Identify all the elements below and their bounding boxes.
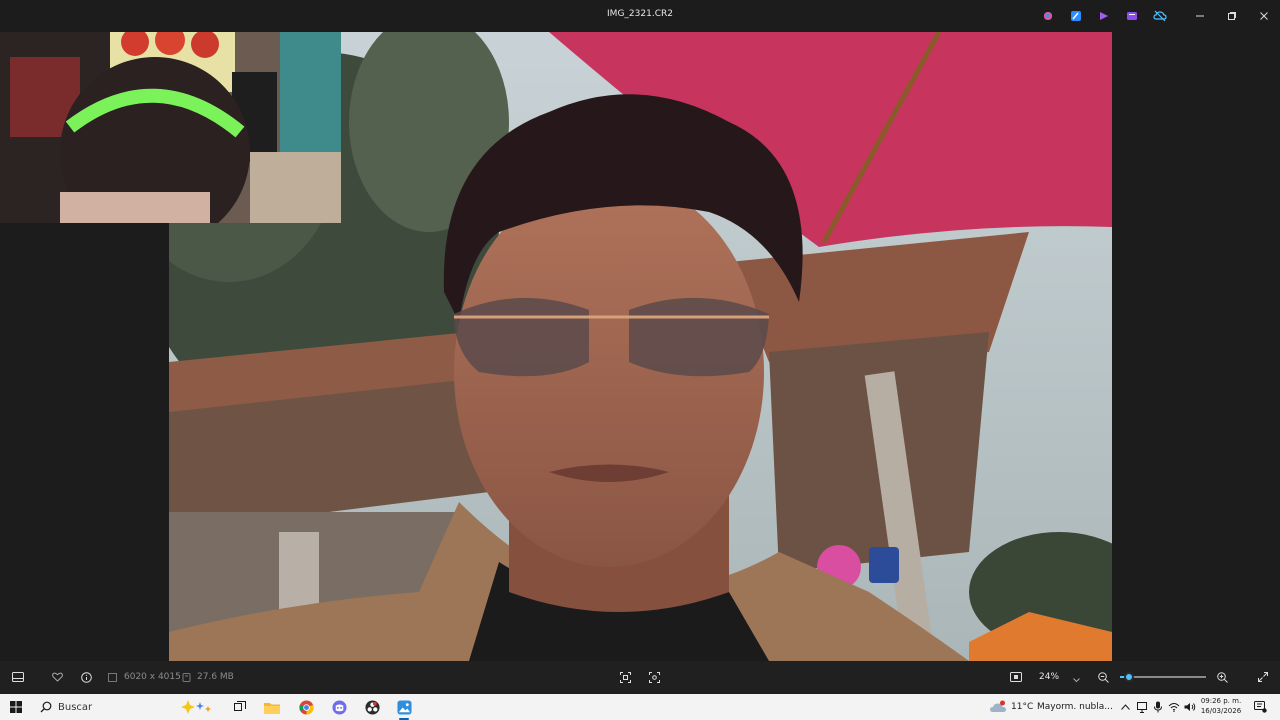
restore-icon[interactable] (1216, 0, 1248, 32)
wifi-icon[interactable] (1167, 698, 1181, 716)
video-editor-icon[interactable] (1124, 8, 1140, 24)
file-size: 27.6 MB (197, 672, 234, 682)
cloud-off-icon[interactable] (1152, 8, 1168, 24)
info-icon[interactable] (79, 669, 93, 685)
title-bar: IMG_2321.CR2 (0, 0, 1280, 32)
device-icon[interactable] (1135, 698, 1148, 716)
paint-icon[interactable] (1068, 8, 1084, 24)
full-screen-icon[interactable] (1256, 669, 1270, 685)
clock-time: 09:26 p. m. (1200, 697, 1242, 705)
zoom-value: 24% (1039, 672, 1060, 682)
search-highlight-icon (176, 698, 216, 716)
title-app-icons (1040, 8, 1168, 24)
file-explorer-icon[interactable] (263, 698, 281, 716)
window-controls (1184, 0, 1280, 32)
system-clock[interactable]: 09:26 p. m. 16/03/2026 (1198, 696, 1244, 716)
weather-description: Mayorm. nubla... (1037, 702, 1113, 712)
search-placeholder: Buscar (58, 701, 93, 713)
chevron-down-icon (1073, 668, 1080, 687)
volume-icon[interactable] (1183, 698, 1197, 716)
weather-temperature: 11°C (1011, 702, 1034, 712)
filmstrip-icon[interactable] (10, 669, 26, 685)
notifications-icon[interactable] (1252, 698, 1268, 716)
windows-start-icon[interactable] (8, 698, 24, 716)
clipchamp-icon[interactable] (1096, 8, 1112, 24)
photos-icon[interactable] (395, 698, 413, 716)
clock-date: 16/03/2026 (1200, 707, 1242, 715)
fit-to-window-icon[interactable] (1008, 669, 1024, 685)
minimize-icon[interactable] (1184, 0, 1216, 32)
chrome-icon[interactable] (297, 698, 315, 716)
crop-icon[interactable] (618, 669, 632, 685)
zoom-slider[interactable] (1120, 672, 1206, 682)
obs-icon[interactable] (363, 698, 381, 716)
zoom-slider-thumb[interactable] (1123, 672, 1134, 682)
taskbar: Buscar 11°C Mayorm. nubla... 09:26 p. m.… (0, 694, 1280, 720)
image-viewer[interactable] (0, 32, 1280, 661)
discord-icon[interactable] (330, 698, 348, 716)
weather-icon[interactable] (989, 698, 1007, 716)
viewer-toolbar: 6020 x 4015 27.6 MB 24% (0, 661, 1280, 694)
zoom-in-icon[interactable] (1215, 669, 1229, 685)
close-icon[interactable] (1248, 0, 1280, 32)
zoom-out-icon[interactable] (1096, 669, 1110, 685)
image-dimensions: 6020 x 4015 (124, 672, 181, 682)
search-icon (40, 701, 52, 713)
zoom-dropdown[interactable]: 24% (1033, 667, 1083, 687)
favorite-icon[interactable] (50, 669, 64, 685)
task-view-icon[interactable] (231, 698, 249, 716)
visual-search-icon[interactable] (647, 669, 661, 685)
dimensions-icon (106, 669, 118, 685)
copilot-icon[interactable] (1040, 8, 1056, 24)
microphone-icon[interactable] (1151, 698, 1164, 716)
chevron-up-icon[interactable] (1119, 698, 1131, 716)
webcam-overlay[interactable] (0, 32, 341, 223)
file-size-icon (180, 669, 192, 685)
taskbar-search[interactable]: Buscar (32, 696, 222, 718)
